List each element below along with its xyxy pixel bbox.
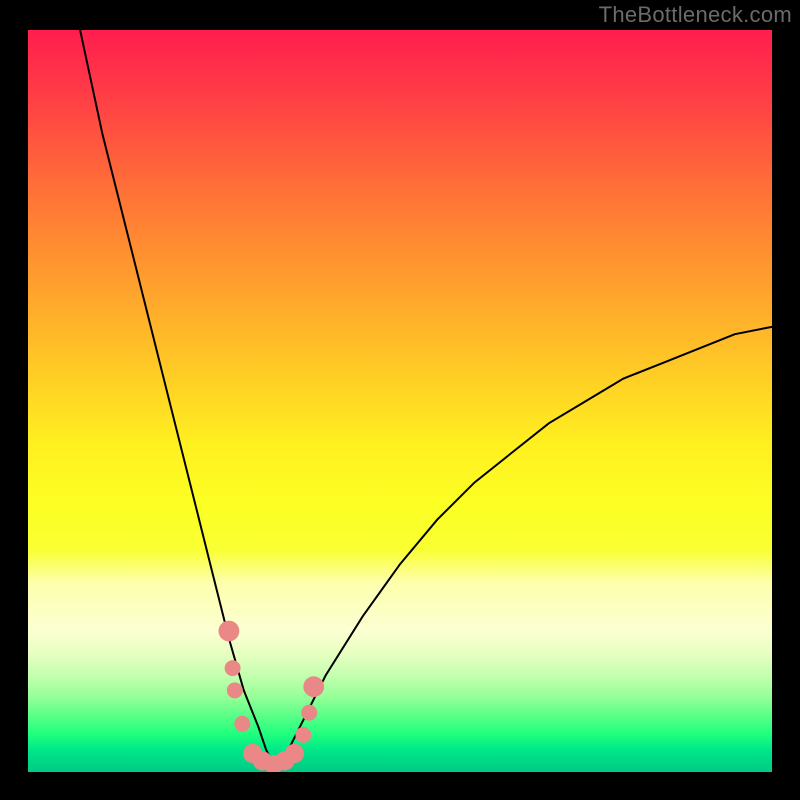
- highlight-marker: [219, 621, 240, 642]
- highlight-marker: [295, 727, 311, 743]
- highlight-marker: [301, 705, 317, 721]
- plot-svg: [28, 30, 772, 772]
- marker-group: [219, 621, 325, 772]
- highlight-marker: [227, 682, 243, 698]
- highlight-marker: [234, 716, 250, 732]
- highlight-marker: [303, 676, 324, 697]
- plot-area: [28, 30, 772, 772]
- chart-frame: TheBottleneck.com: [0, 0, 800, 800]
- bottleneck-curve: [80, 30, 772, 765]
- watermark-label: TheBottleneck.com: [599, 2, 792, 28]
- highlight-marker: [285, 744, 304, 763]
- highlight-marker: [225, 660, 241, 676]
